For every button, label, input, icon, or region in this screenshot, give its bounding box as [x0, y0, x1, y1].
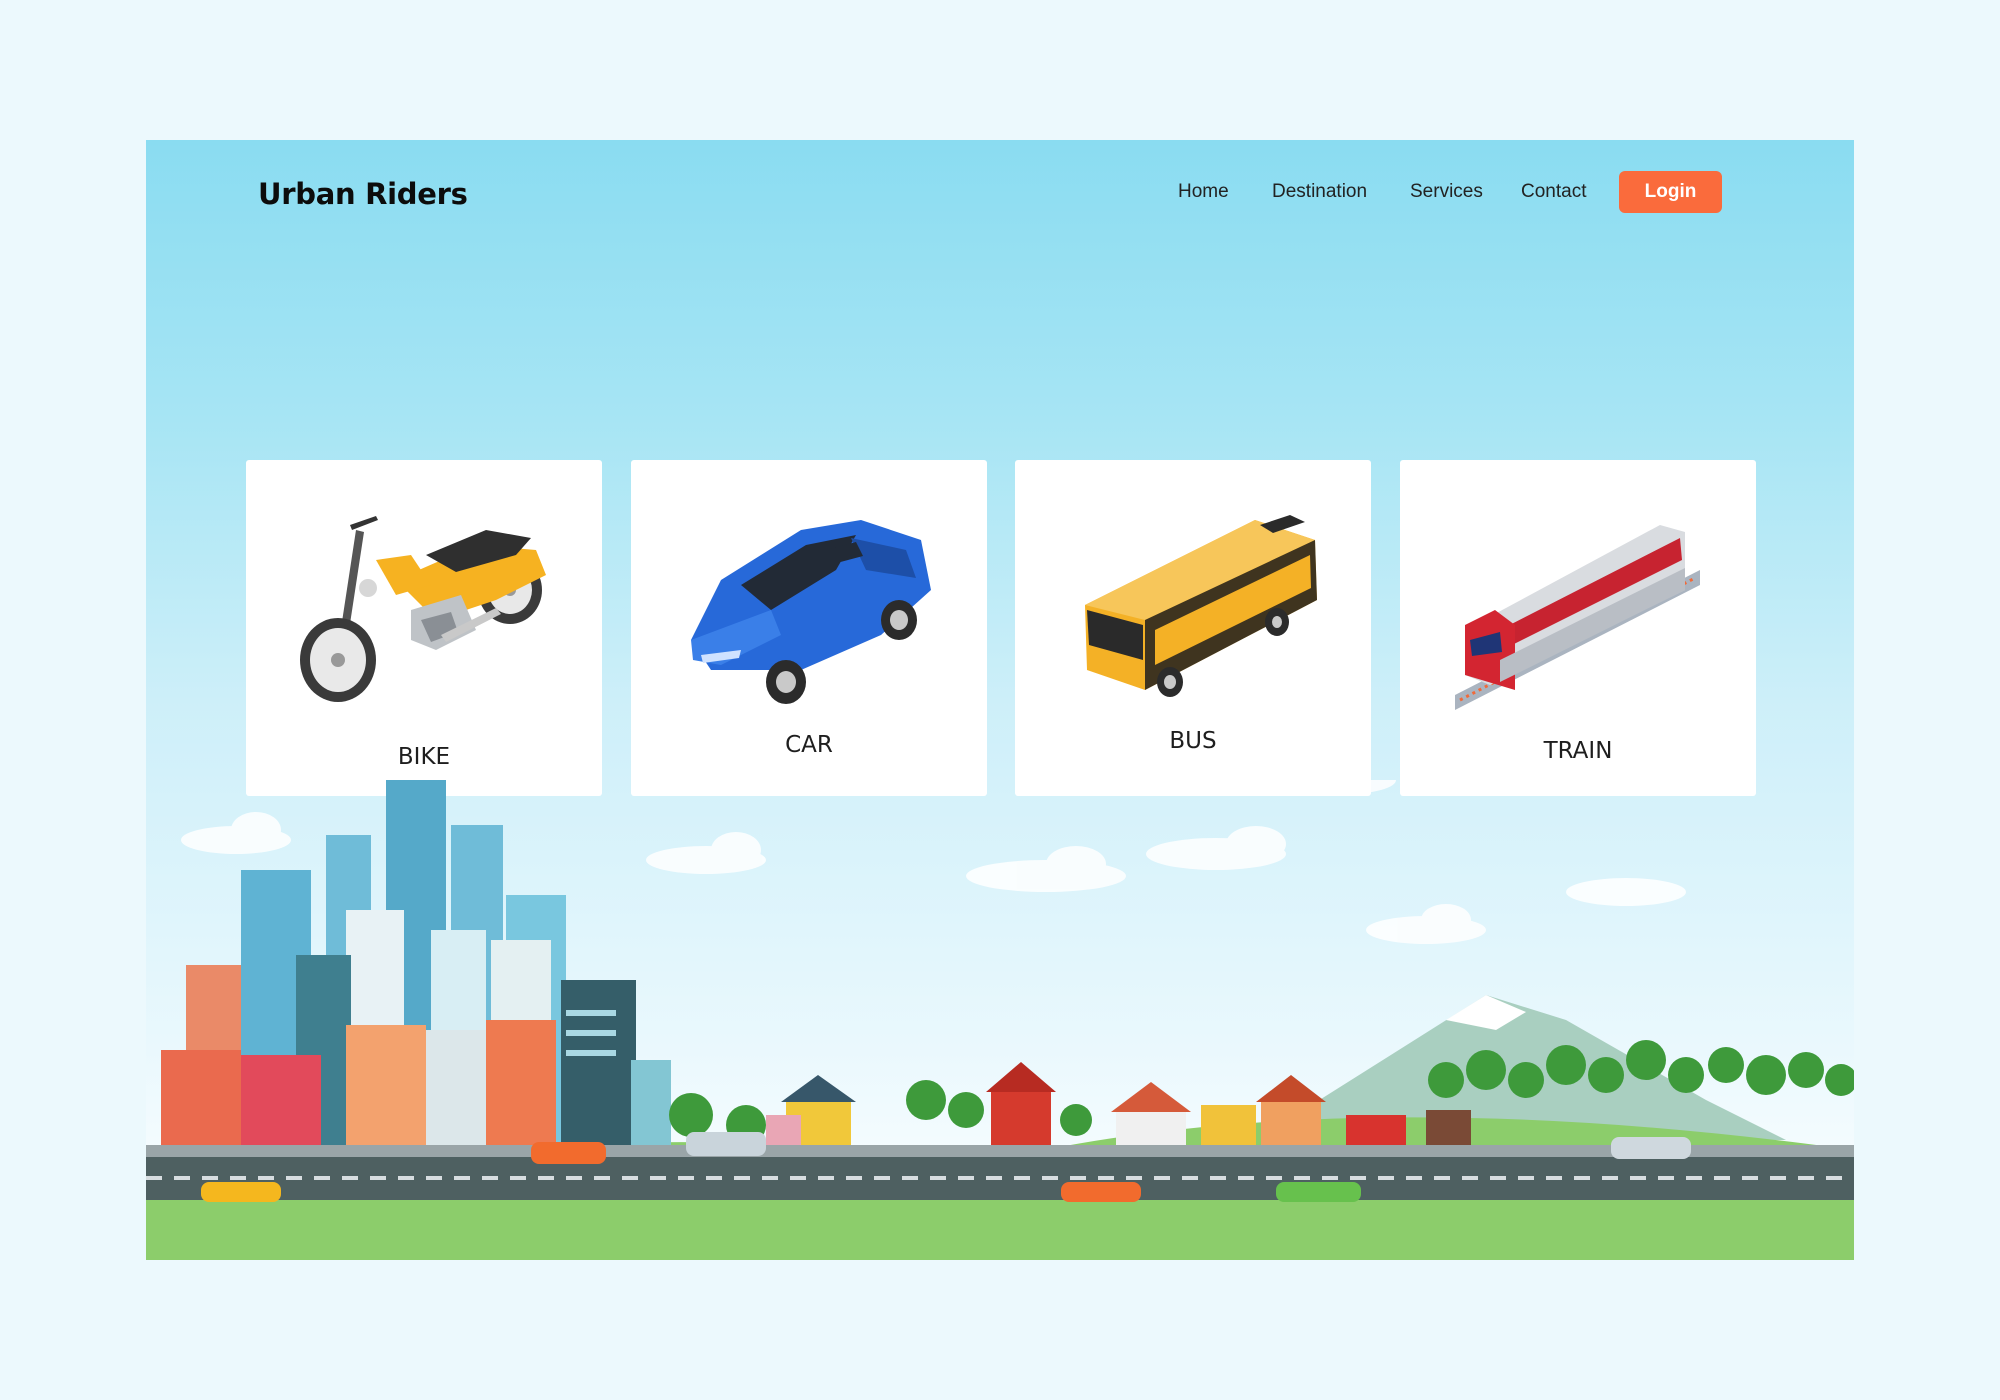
- nav-link-contact[interactable]: Contact: [1521, 181, 1586, 203]
- transport-label-bus: BUS: [1169, 728, 1217, 754]
- train-icon: [1455, 525, 1700, 710]
- nav-link-services[interactable]: Services: [1410, 181, 1483, 203]
- car-icon: [691, 520, 931, 704]
- nav-link-destination[interactable]: Destination: [1272, 181, 1367, 203]
- transport-label-bike: BIKE: [397, 744, 451, 770]
- transport-label-car: CAR: [785, 732, 833, 758]
- transport-card-car[interactable]: CAR: [631, 460, 987, 796]
- bus-icon: [1085, 515, 1317, 697]
- hero-frame: Urban Riders Home Destination Services C…: [146, 140, 1854, 1260]
- motorcycle-icon: [300, 516, 546, 702]
- nav-link-home[interactable]: Home: [1178, 181, 1229, 203]
- transport-card-bus[interactable]: BUS: [1015, 460, 1371, 796]
- transport-card-bike[interactable]: BIKE: [246, 460, 602, 796]
- transport-card-train[interactable]: TRAIN: [1400, 460, 1756, 796]
- city-landscape-illustration: [146, 780, 1854, 1260]
- transport-label-train: TRAIN: [1543, 738, 1613, 764]
- login-button[interactable]: Login: [1619, 171, 1722, 213]
- brand-logo[interactable]: Urban Riders: [258, 177, 468, 211]
